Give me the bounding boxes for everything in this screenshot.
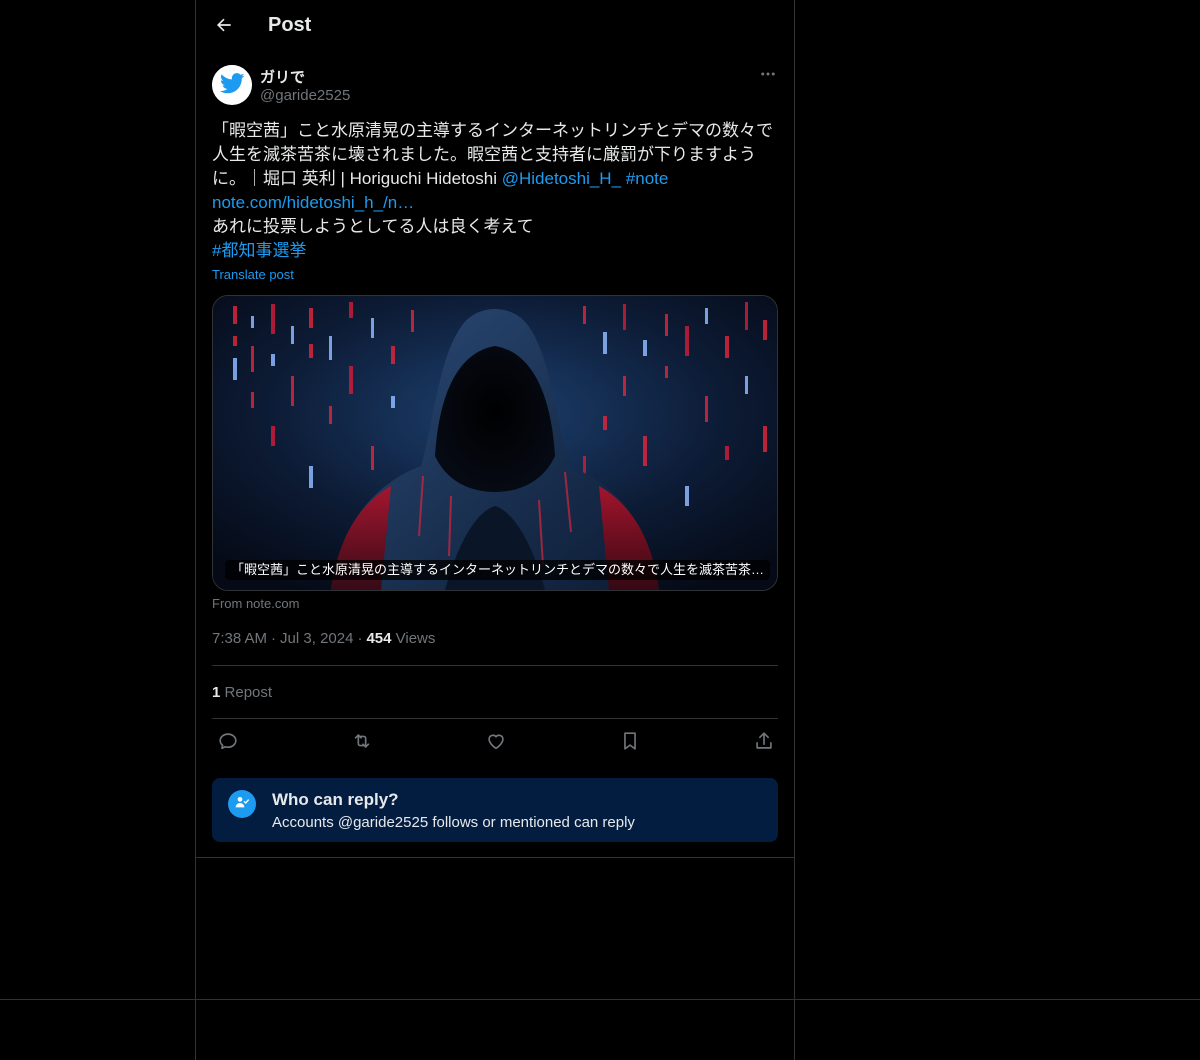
bottom-divider bbox=[0, 999, 1200, 1000]
who-can-reply-title: Who can reply? bbox=[272, 790, 399, 809]
hashtag-link[interactable]: #note bbox=[626, 169, 669, 188]
post-text-line: に。｜堀口 英利 | Horiguchi Hidetoshi @Hidetosh… bbox=[212, 167, 778, 191]
back-button[interactable] bbox=[208, 11, 240, 43]
retweet-icon bbox=[350, 730, 374, 757]
reply-button[interactable] bbox=[211, 731, 245, 755]
post-text-line: 「暇空茜」こと水原清晃の主導するインターネットリンチとデマの数々で bbox=[212, 121, 773, 140]
card-source[interactable]: From note.com bbox=[212, 596, 299, 611]
who-can-reply-description: Accounts @garide2525 follows or mentione… bbox=[272, 814, 635, 831]
author-handle[interactable]: @garide2525 bbox=[260, 87, 350, 104]
heart-icon bbox=[485, 730, 507, 757]
page-title: Post bbox=[268, 14, 312, 36]
link-card[interactable]: 「暇空茜」こと水原清晃の主導するインターネットリンチとデマの数々で人生を滅茶苦茶… bbox=[212, 295, 778, 591]
meta-separator: · bbox=[357, 630, 363, 647]
retweet-button[interactable] bbox=[345, 731, 379, 755]
primary-column: Post ガリで @garide2525 「暇空茜」こと水原清晃の主導するインタ… bbox=[195, 0, 795, 1060]
bookmark-button[interactable] bbox=[613, 731, 647, 755]
repost-label: Repost bbox=[224, 684, 273, 701]
more-horizontal-icon bbox=[759, 65, 777, 88]
divider bbox=[196, 857, 794, 858]
post-text-segment: に。｜堀口 英利 | Horiguchi Hidetoshi bbox=[212, 169, 502, 188]
post-text-line: あれに投票しようとしてる人は良く考えて bbox=[212, 217, 534, 236]
author-display-name[interactable]: ガリで bbox=[260, 66, 305, 87]
post-text-line: 人生を滅茶苦茶に壊されました。暇空茜と支持者に厳罰が下りますよう bbox=[212, 145, 756, 164]
meta-separator: · bbox=[271, 630, 277, 647]
views-count: 454 bbox=[366, 630, 392, 647]
bird-logo-icon bbox=[212, 65, 252, 105]
post-header: Post bbox=[196, 0, 794, 54]
translate-post-link[interactable]: Translate post bbox=[212, 267, 294, 282]
post-meta: 7:38 AM · Jul 3, 2024 · 454 Views bbox=[212, 630, 435, 647]
person-check-icon bbox=[234, 794, 250, 815]
divider bbox=[212, 665, 778, 666]
repost-count: 1 bbox=[212, 684, 221, 701]
repost-stats[interactable]: 1 Repost bbox=[212, 684, 272, 701]
arrow-left-icon bbox=[214, 15, 234, 40]
post-text-line: note.com/hidetoshi_h_/n… bbox=[212, 191, 778, 215]
post-date[interactable]: Jul 3, 2024 bbox=[280, 630, 353, 647]
who-can-reply-badge bbox=[228, 790, 256, 818]
divider bbox=[212, 718, 778, 719]
like-button[interactable] bbox=[479, 731, 513, 755]
share-button[interactable] bbox=[747, 731, 781, 755]
share-icon bbox=[753, 730, 775, 757]
more-options-button[interactable] bbox=[756, 64, 780, 88]
url-link[interactable]: note.com/hidetoshi_h_/n… bbox=[212, 193, 414, 212]
card-caption: 「暇空茜」こと水原清晃の主導するインターネットリンチとデマの数々で人生を滅茶苦茶… bbox=[225, 560, 771, 580]
reply-bubble-icon bbox=[217, 730, 239, 757]
who-can-reply-box: Who can reply? Accounts @garide2525 foll… bbox=[212, 778, 778, 842]
views-label: Views bbox=[395, 630, 436, 647]
post-time[interactable]: 7:38 AM bbox=[212, 630, 267, 647]
mention-link[interactable]: @Hidetoshi_H_ bbox=[502, 169, 621, 188]
card-image bbox=[213, 296, 777, 590]
avatar[interactable] bbox=[212, 65, 252, 105]
bookmark-icon bbox=[619, 730, 641, 757]
post-text: 「暇空茜」こと水原清晃の主導するインターネットリンチとデマの数々で 人生を滅茶苦… bbox=[212, 119, 778, 263]
post-text-line: #都知事選挙 bbox=[212, 239, 778, 263]
hashtag-link[interactable]: #都知事選挙 bbox=[212, 241, 306, 260]
